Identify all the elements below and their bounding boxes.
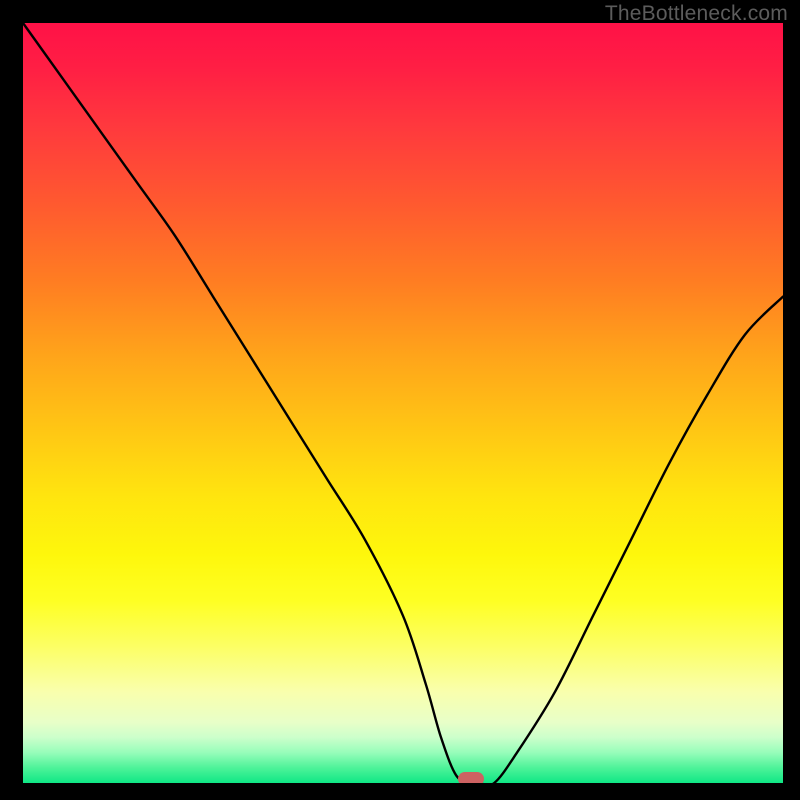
watermark-text: TheBottleneck.com bbox=[605, 2, 788, 26]
bottleneck-curve bbox=[23, 23, 783, 783]
plot-area bbox=[23, 23, 783, 783]
chart-frame: TheBottleneck.com bbox=[0, 0, 800, 800]
optimal-marker bbox=[458, 772, 484, 783]
curve-path bbox=[23, 23, 783, 783]
